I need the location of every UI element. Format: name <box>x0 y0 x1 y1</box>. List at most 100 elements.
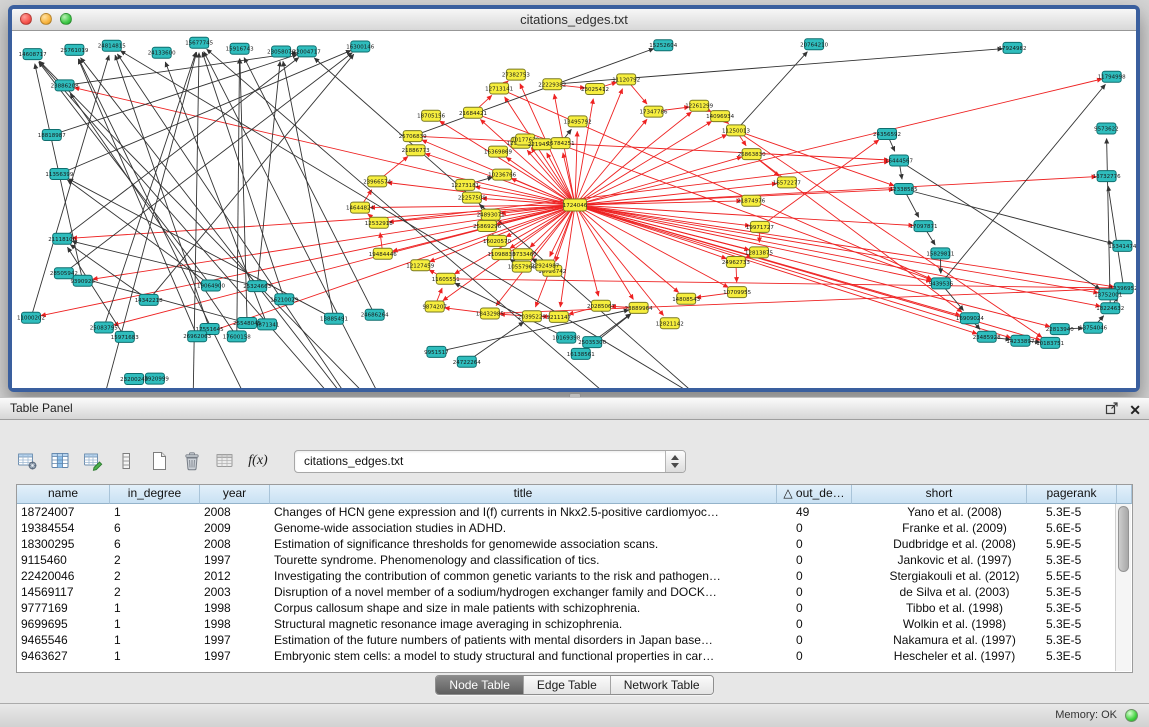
graph-edge[interactable] <box>244 58 375 315</box>
table-selector-dropdown[interactable]: citations_edges.txt <box>294 450 686 473</box>
graph-node[interactable]: 19971727 <box>746 221 774 232</box>
graph-node[interactable]: 11605551 <box>432 273 460 284</box>
graph-node[interactable]: 10169398 <box>552 332 580 343</box>
column-header-title[interactable]: title <box>270 485 777 504</box>
graph-node[interactable]: 19064900 <box>197 280 225 291</box>
graph-node[interactable]: 12532918 <box>365 217 393 228</box>
graph-node[interactable]: 10709955 <box>723 287 751 298</box>
table-row[interactable]: 946554611997Estimation of the future num… <box>17 632 1132 648</box>
graph-edge[interactable] <box>413 49 654 137</box>
graph-node[interactable]: 12821142 <box>656 318 684 329</box>
graph-node[interactable]: 13885491 <box>320 313 348 324</box>
graph-node[interactable]: 18705156 <box>417 110 445 121</box>
new-column-icon[interactable] <box>146 449 172 474</box>
table-row[interactable]: 1456911722003Disruption of a novel membe… <box>17 584 1132 600</box>
table-scrollbar[interactable] <box>1115 504 1131 671</box>
graph-node[interactable]: 21874976 <box>737 195 765 206</box>
graph-node[interactable]: 26863830 <box>738 149 766 160</box>
graph-node[interactable]: 13495792 <box>564 116 592 127</box>
column-header-pagerank[interactable]: pagerank <box>1027 485 1117 504</box>
graph-node[interactable]: 16572277 <box>773 177 801 188</box>
graph-node[interactable]: 21886773 <box>402 145 430 156</box>
graph-node[interactable]: 27382753 <box>502 69 530 80</box>
network-window-titlebar[interactable]: citations_edges.txt <box>12 9 1136 31</box>
graph-node[interactable]: 16909024 <box>956 313 984 324</box>
graph-edge[interactable] <box>575 177 1097 205</box>
graph-node[interactable]: 17097871 <box>910 221 938 232</box>
function-builder-icon[interactable]: f(x) <box>245 449 271 474</box>
graph-edge[interactable] <box>207 49 608 388</box>
table-row[interactable]: 1938455462009Genome-wide association stu… <box>17 520 1132 536</box>
graph-edge[interactable] <box>736 52 807 131</box>
graph-node[interactable]: 16138561 <box>567 348 595 359</box>
graph-node[interactable]: 23889964 <box>625 302 653 313</box>
graph-node[interactable]: 11098833 <box>488 249 516 260</box>
graph-edge[interactable] <box>1108 186 1124 288</box>
graph-edge[interactable] <box>575 205 1101 306</box>
graph-node[interactable]: 20764210 <box>800 39 828 50</box>
graph-edge[interactable] <box>575 205 1011 338</box>
graph-edge[interactable] <box>556 205 575 261</box>
graph-node[interactable]: 24686264 <box>361 309 389 320</box>
import-table-icon[interactable] <box>212 449 238 474</box>
graph-node[interactable]: 23025412 <box>581 84 609 95</box>
graph-edge[interactable] <box>575 89 623 205</box>
graph-node[interactable]: 20395229 <box>518 311 546 322</box>
column-visibility-icon[interactable] <box>47 449 73 474</box>
tab-edge-table[interactable]: Edge Table <box>524 676 611 694</box>
graph-node[interactable]: 15971683 <box>111 331 139 342</box>
table-row[interactable]: 946362711997Embryonic stem cells: a mode… <box>17 648 1132 664</box>
graph-node[interactable]: 20285067 <box>587 300 615 311</box>
graph-node[interactable]: 1724046 <box>563 199 588 211</box>
graph-edge[interactable] <box>467 322 524 362</box>
graph-node[interactable]: 25035300 <box>578 337 606 348</box>
graph-edge[interactable] <box>64 53 352 274</box>
graph-node[interactable]: 25324663 <box>243 281 271 292</box>
graph-node[interactable]: 23058079 <box>267 46 295 57</box>
graph-edge[interactable] <box>59 50 351 174</box>
graph-node[interactable]: 24356592 <box>873 129 901 140</box>
graph-node[interactable]: 11250013 <box>722 125 750 136</box>
graph-node[interactable]: 17347786 <box>640 106 668 117</box>
graph-node[interactable]: 23200249 <box>120 374 148 385</box>
table-row[interactable]: 911546021997Tourette syndrome. Phenomeno… <box>17 552 1132 568</box>
graph-node[interactable]: 12261299 <box>685 100 713 111</box>
table-edit-icon[interactable] <box>80 449 106 474</box>
graph-edge[interactable] <box>65 53 297 86</box>
network-canvas[interactable]: 1460871725761019248148152413360015677745… <box>12 31 1136 388</box>
graph-node[interactable]: 17924982 <box>999 42 1027 53</box>
tab-network-table[interactable]: Network Table <box>611 676 713 694</box>
graph-node[interactable]: 21684421 <box>459 107 487 118</box>
graph-edge[interactable] <box>575 205 914 226</box>
graph-edge[interactable] <box>455 283 567 337</box>
graph-node[interactable]: 10183751 <box>1036 337 1064 348</box>
graph-node[interactable]: 16369869 <box>484 146 512 157</box>
graph-node[interactable]: 24814815 <box>98 40 126 51</box>
graph-node[interactable]: 9951517 <box>424 346 449 357</box>
column-header-short[interactable]: short <box>852 485 1027 504</box>
column-header-in_degree[interactable]: in_degree <box>110 485 200 504</box>
graph-node[interactable]: 16210029 <box>270 294 298 305</box>
graph-node[interactable]: 11794998 <box>1098 71 1126 82</box>
graph-node[interactable]: 10236766 <box>488 169 516 180</box>
graph-edge[interactable] <box>62 58 299 239</box>
delete-column-icon[interactable] <box>179 449 205 474</box>
graph-node[interactable]: 25869296 <box>473 221 501 232</box>
graph-node[interactable]: 11000202 <box>17 312 45 323</box>
row-tools-icon[interactable] <box>113 449 139 474</box>
graph-node[interactable]: 25761019 <box>60 44 88 55</box>
column-header-name[interactable]: name <box>17 485 110 504</box>
graph-node[interactable]: 24722264 <box>453 356 481 367</box>
column-header-out_degree[interactable]: △ out_de… <box>777 485 852 504</box>
graph-node[interactable]: 12713141 <box>485 83 513 94</box>
graph-node[interactable]: 9573622 <box>1094 123 1119 134</box>
graph-edge[interactable] <box>575 205 728 287</box>
graph-edge[interactable] <box>1107 139 1111 309</box>
graph-node[interactable]: 18224632 <box>1096 303 1124 314</box>
graph-node[interactable]: 22004717 <box>293 46 321 57</box>
graph-node[interactable]: 14808543 <box>672 293 700 304</box>
scrollbar-thumb[interactable] <box>1118 506 1129 572</box>
graph-node[interactable]: 16020570 <box>483 235 511 246</box>
graph-edge[interactable] <box>473 113 932 280</box>
float-panel-icon[interactable] <box>1105 401 1119 420</box>
